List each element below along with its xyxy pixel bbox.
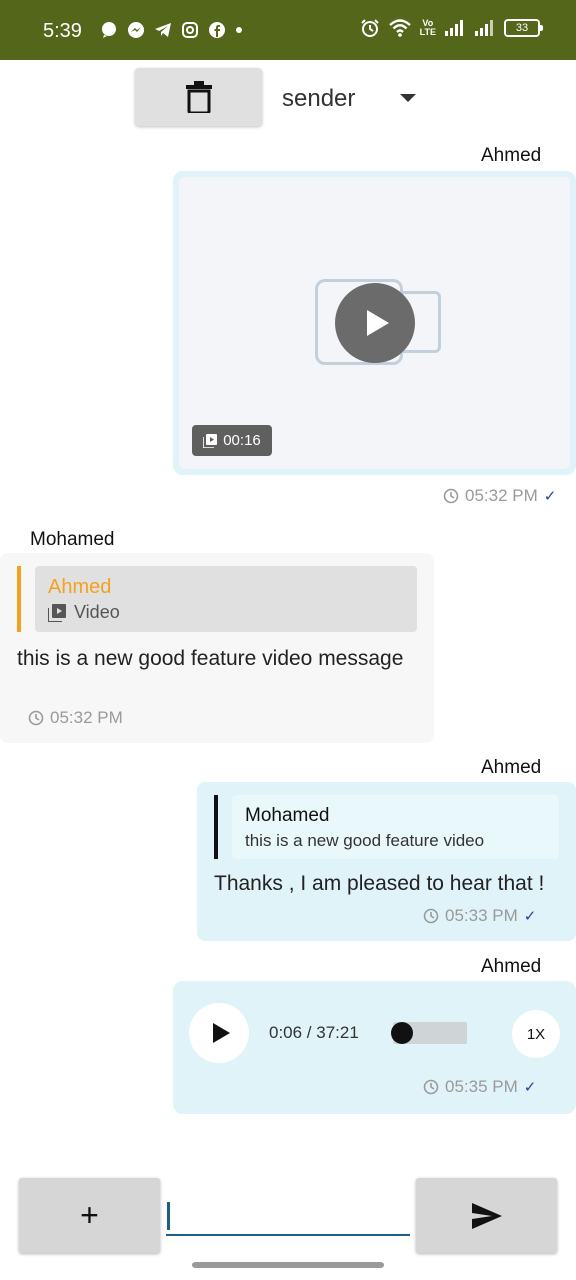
playback-speed-button[interactable]: 1X (512, 1010, 560, 1058)
status-time: 5:39 (43, 20, 82, 42)
toolbar: sender (0, 68, 576, 128)
audio-position: 0:06 / 37:21 (269, 1023, 359, 1042)
dot-icon (236, 27, 242, 33)
wifi-icon (388, 19, 411, 37)
delete-button[interactable] (135, 68, 262, 126)
reply-indicator-bar (214, 795, 218, 859)
reply-snippet: this is a new good feature video (245, 831, 485, 850)
chat-bubble-icon (102, 22, 116, 38)
reply-author: Mohamed (245, 805, 330, 826)
message-time: 05:32 PM (465, 486, 538, 505)
message-time: 05:32 PM (50, 708, 123, 727)
play-icon (212, 1023, 230, 1043)
video-message[interactable]: 00:16 (173, 171, 576, 475)
trash-icon (185, 81, 212, 113)
notification-icons (100, 21, 243, 39)
status-bar: 5:39 Vo LTE 33 (0, 0, 576, 60)
system-icons: Vo LTE 33 (360, 18, 543, 38)
sent-check-icon: ✓ (543, 488, 557, 505)
clock-icon (423, 908, 439, 924)
battery-icon: 33 (504, 19, 543, 37)
signal-icon-2 (475, 20, 493, 36)
message-author: Ahmed (481, 757, 542, 778)
reply-indicator-bar (17, 566, 21, 632)
play-icon (367, 310, 389, 336)
sent-check-icon: ✓ (523, 908, 537, 925)
instagram-icon (182, 22, 198, 38)
text-caret (167, 1202, 170, 1230)
telegram-icon (155, 23, 171, 37)
message-composer: + (0, 1176, 576, 1256)
video-duration-badge: 00:16 (192, 425, 272, 456)
message-time: 05:35 PM (445, 1077, 518, 1096)
volte-bottom-label: LTE (419, 27, 436, 37)
battery-level: 33 (515, 22, 529, 34)
home-indicator[interactable] (192, 1262, 384, 1268)
message-time: 05:33 PM (445, 906, 518, 925)
clock-icon (443, 488, 459, 504)
send-button[interactable] (416, 1178, 557, 1253)
reply-type: Video (48, 602, 120, 623)
message-meta: 05:33 PM ✓ (423, 906, 536, 926)
audio-seek-thumb[interactable] (391, 1022, 414, 1044)
reply-author: Ahmed (48, 576, 112, 598)
message-meta: 05:35 PM ✓ (423, 1077, 536, 1097)
reply-snippet: Video (74, 602, 120, 622)
send-icon (471, 1202, 502, 1229)
sender-dropdown[interactable]: sender (282, 84, 422, 114)
attach-button[interactable]: + (19, 1178, 160, 1253)
audio-play-button[interactable] (189, 1003, 249, 1063)
video-duration: 00:16 (223, 432, 261, 449)
facebook-icon (209, 22, 225, 38)
chevron-down-icon (400, 94, 416, 102)
clock-icon (423, 1079, 439, 1095)
message-text: Thanks , I am pleased to hear that ! (214, 872, 545, 895)
video-library-icon (48, 603, 66, 622)
sender-dropdown-value: sender (282, 85, 356, 112)
message-input[interactable] (166, 1198, 410, 1236)
video-play-button[interactable] (335, 283, 415, 363)
message-author: Ahmed (481, 956, 542, 977)
volte-indicator: Vo LTE (420, 19, 436, 37)
reply-preview[interactable]: Mohamed this is a new good feature video (232, 795, 559, 859)
message-meta: 05:32 PM ✓ (443, 486, 556, 506)
clock-icon (28, 710, 44, 726)
alarm-icon (360, 19, 379, 37)
message-meta: 05:32 PM (28, 708, 123, 728)
sent-check-icon: ✓ (523, 1079, 537, 1096)
video-thumbnail[interactable]: 00:16 (179, 177, 570, 469)
message-text: this is a new good feature video message (17, 647, 404, 670)
messenger-icon (128, 22, 144, 38)
message-author: Ahmed (481, 145, 542, 166)
video-library-icon (203, 433, 218, 448)
reply-preview[interactable]: Ahmed Video (35, 566, 417, 632)
message-author: Mohamed (30, 529, 115, 550)
signal-icon (445, 20, 463, 36)
